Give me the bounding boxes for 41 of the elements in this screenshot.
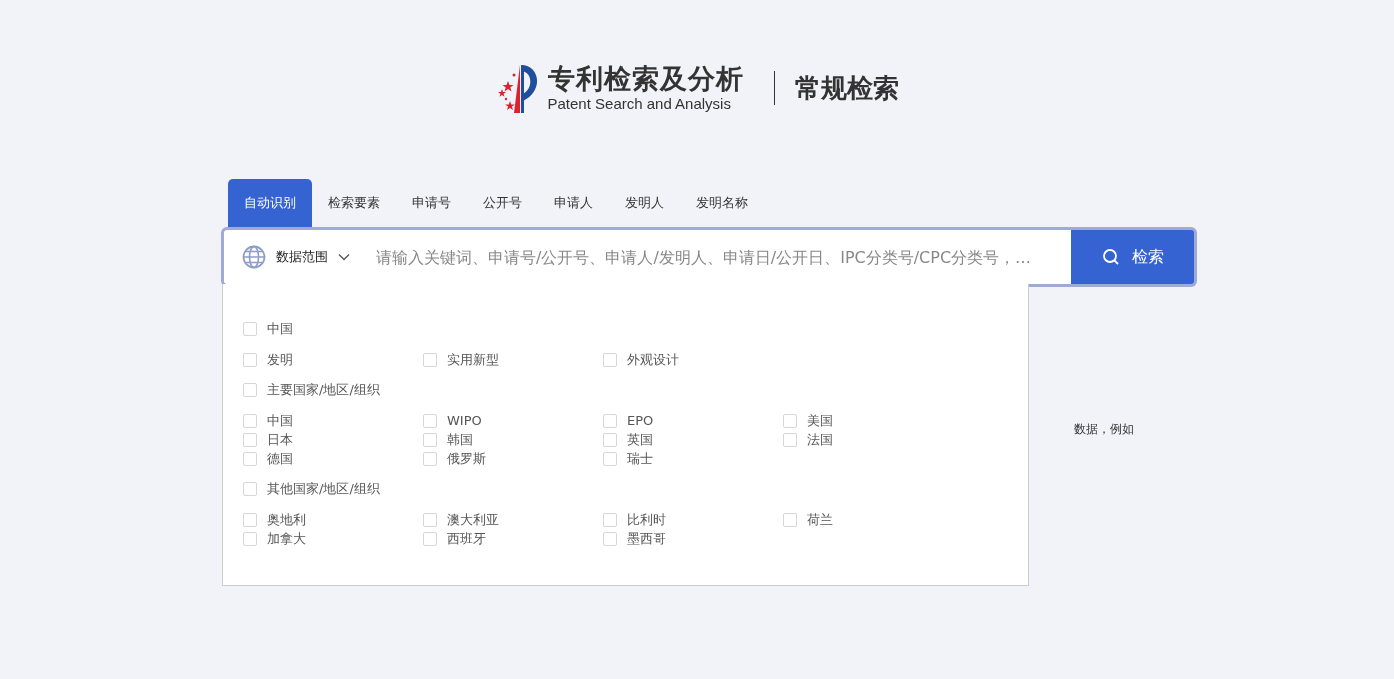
search-tab[interactable]: 公开号	[467, 179, 538, 227]
scope-checkbox[interactable]: 加拿大	[243, 529, 423, 548]
scope-checkbox[interactable]: 中国	[243, 316, 1028, 342]
scope-checkbox[interactable]: 澳大利亚	[423, 510, 603, 529]
logo-title: 专利检索及分析	[547, 63, 744, 95]
search-tab[interactable]: 申请号	[396, 179, 467, 227]
logo-subtitle: Patent Search and Analysis	[547, 95, 732, 113]
scope-checkbox[interactable]: WIPO	[423, 411, 603, 430]
scope-checkbox[interactable]: 英国	[603, 430, 783, 449]
search-tab[interactable]: 发明人	[609, 179, 680, 227]
scope-checkbox[interactable]: 西班牙	[423, 529, 603, 548]
scope-checkbox[interactable]: 德国	[243, 449, 423, 468]
scope-checkbox[interactable]: 墨西哥	[603, 529, 783, 548]
search-button[interactable]: 检索	[1071, 227, 1197, 287]
scope-checkbox[interactable]: 韩国	[423, 430, 603, 449]
scope-checkbox[interactable]: 外观设计	[603, 350, 783, 369]
scope-checkbox[interactable]: 瑞士	[603, 449, 783, 468]
scope-checkbox[interactable]: 中国	[243, 411, 423, 430]
scope-checkbox[interactable]: 比利时	[603, 510, 783, 529]
search-tab[interactable]: 申请人	[538, 179, 609, 227]
data-scope-dropdown[interactable]: 数据范围	[221, 227, 366, 287]
scope-checkbox[interactable]: 奥地利	[243, 510, 423, 529]
scope-checkbox[interactable]: 法国	[783, 430, 963, 449]
scope-checkbox[interactable]: 俄罗斯	[423, 449, 603, 468]
search-icon	[1101, 248, 1120, 266]
scope-checkbox[interactable]: 日本	[243, 430, 423, 449]
scope-checkbox[interactable]: 实用新型	[423, 350, 603, 369]
search-tab[interactable]: 自动识别	[228, 179, 312, 227]
scope-checkbox[interactable]: 主要国家/地区/组织	[243, 377, 1028, 403]
search-tab[interactable]: 发明名称	[680, 179, 764, 227]
page-title: 常规检索	[794, 71, 899, 105]
search-tab[interactable]: 检索要素	[312, 179, 396, 227]
globe-icon	[242, 245, 266, 269]
hint-text: 数据，例如	[1074, 421, 1134, 438]
search-input[interactable]: 请输入关键词、申请号/公开号、申请人/发明人、申请日/公开日、IPC分类号/CPC分类号，…	[366, 227, 1071, 287]
chevron-down-icon	[338, 253, 350, 261]
scope-checkbox[interactable]: 荷兰	[783, 510, 963, 529]
scope-checkbox[interactable]: 其他国家/地区/组织	[243, 476, 1028, 502]
scope-checkbox[interactable]: EPO	[603, 411, 783, 430]
scope-checkbox[interactable]: 发明	[243, 350, 423, 369]
scope-checkbox[interactable]: 美国	[783, 411, 963, 430]
